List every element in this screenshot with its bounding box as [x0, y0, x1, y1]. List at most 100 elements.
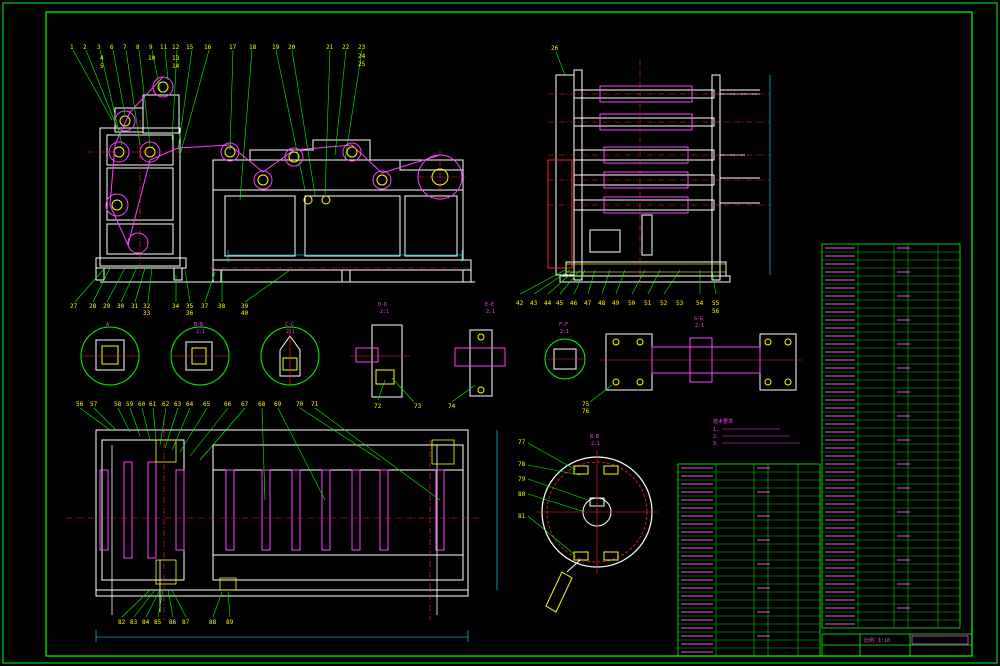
part-number: 13: [172, 55, 180, 62]
part-number: 5: [100, 63, 104, 70]
part-number: 20: [288, 44, 296, 51]
note-line: 1.: [713, 427, 719, 433]
part-number: 76: [582, 408, 590, 415]
part-number: 73: [414, 403, 422, 410]
detail-scale: 2:1: [286, 329, 295, 335]
part-number: 63: [174, 401, 182, 408]
part-number: 45: [556, 300, 564, 307]
detail-scale: 2:1: [380, 309, 389, 315]
part-number: 31: [131, 303, 139, 310]
part-number: 88: [209, 619, 217, 626]
part-number: 6: [110, 44, 114, 51]
part-number: 42: [516, 300, 524, 307]
part-number: 65: [203, 401, 211, 408]
part-number: 35: [186, 303, 194, 310]
part-number: 44: [544, 300, 552, 307]
detail-label: B-B: [194, 322, 203, 328]
title-block-value: 1:10: [878, 638, 890, 644]
part-number: 84: [142, 619, 150, 626]
part-number: 7: [123, 44, 127, 51]
part-number: 87: [182, 619, 190, 626]
part-number: 60: [138, 401, 146, 408]
detail-scale: 2:1: [486, 309, 495, 315]
part-number: 23: [358, 44, 366, 51]
part-number: 46: [570, 300, 578, 307]
detail-scale: 2:1: [196, 329, 205, 335]
part-number: 53: [676, 300, 684, 307]
part-number: 9: [149, 44, 153, 51]
part-number: 10: [148, 55, 156, 62]
part-number: 55: [712, 300, 720, 307]
note-line: 3.: [713, 441, 719, 447]
section-label: B-B: [590, 434, 599, 440]
part-number: 37: [201, 303, 209, 310]
part-number: 14: [172, 63, 180, 70]
part-number: 83: [130, 619, 138, 626]
part-number: 57: [90, 401, 98, 408]
part-number: 33: [143, 310, 151, 317]
part-number: 67: [241, 401, 249, 408]
title-block-label: 比例: [864, 637, 874, 644]
part-number: 62: [162, 401, 170, 408]
part-number: 81: [518, 513, 526, 520]
part-number: 22: [342, 44, 350, 51]
detail-label: E-E: [485, 302, 494, 308]
part-number: 58: [114, 401, 122, 408]
section-scale: 2:1: [591, 441, 600, 447]
part-number: 21: [326, 44, 334, 51]
part-number: 82: [118, 619, 126, 626]
part-number: 75: [582, 401, 590, 408]
part-number: 12: [172, 44, 180, 51]
part-number: 15: [186, 44, 194, 51]
part-number: 16: [204, 44, 212, 51]
part-number: 71: [311, 401, 319, 408]
part-number: 39: [241, 303, 249, 310]
detail-label: D-D: [378, 302, 387, 308]
part-number: 28: [89, 303, 97, 310]
detail-label: G-G: [694, 316, 703, 322]
part-number: 27: [70, 303, 78, 310]
part-number: 66: [224, 401, 232, 408]
part-number: 24: [358, 53, 366, 60]
detail-label: F-F: [559, 322, 568, 328]
part-number: 77: [518, 439, 526, 446]
part-number: 50: [628, 300, 636, 307]
part-number: 49: [612, 300, 620, 307]
part-number: 52: [660, 300, 668, 307]
part-number: 56: [712, 308, 720, 315]
part-number: 1: [70, 44, 74, 51]
detail-scale: 2:1: [695, 323, 704, 329]
part-number: 29: [103, 303, 111, 310]
part-number: 4: [100, 55, 104, 62]
notes-title: 技术要求: [713, 418, 733, 425]
part-number: 19: [272, 44, 280, 51]
part-number: 30: [117, 303, 125, 310]
part-number: 34: [172, 303, 180, 310]
part-number: 8: [136, 44, 140, 51]
note-line: 2.: [713, 434, 719, 440]
part-number: 54: [696, 300, 704, 307]
part-number: 38: [218, 303, 226, 310]
part-number: 59: [126, 401, 134, 408]
part-number: 40: [241, 310, 249, 317]
part-number: 69: [274, 401, 282, 408]
detail-scale: 2:1: [560, 329, 569, 335]
part-number: 43: [530, 300, 538, 307]
part-number: 72: [374, 403, 382, 410]
part-number: 25: [358, 61, 366, 68]
part-number: 80: [518, 491, 526, 498]
detail-label: A: [106, 322, 109, 328]
part-number: 36: [186, 310, 194, 317]
part-number: 11: [160, 44, 168, 51]
part-number: 17: [229, 44, 237, 51]
part-number: 68: [258, 401, 266, 408]
part-number: 2: [83, 44, 87, 51]
part-number: 74: [448, 403, 456, 410]
detail-label: C-C: [285, 322, 294, 328]
part-number: 89: [226, 619, 234, 626]
part-number: 18: [249, 44, 257, 51]
cad-drawing-canvas: 1 2 3 4 5 6 7 8 9 10 11 12 13 14 15 16 1…: [0, 0, 1000, 666]
part-number: 78: [518, 461, 526, 468]
part-number: 51: [644, 300, 652, 307]
part-number: 79: [518, 476, 526, 483]
